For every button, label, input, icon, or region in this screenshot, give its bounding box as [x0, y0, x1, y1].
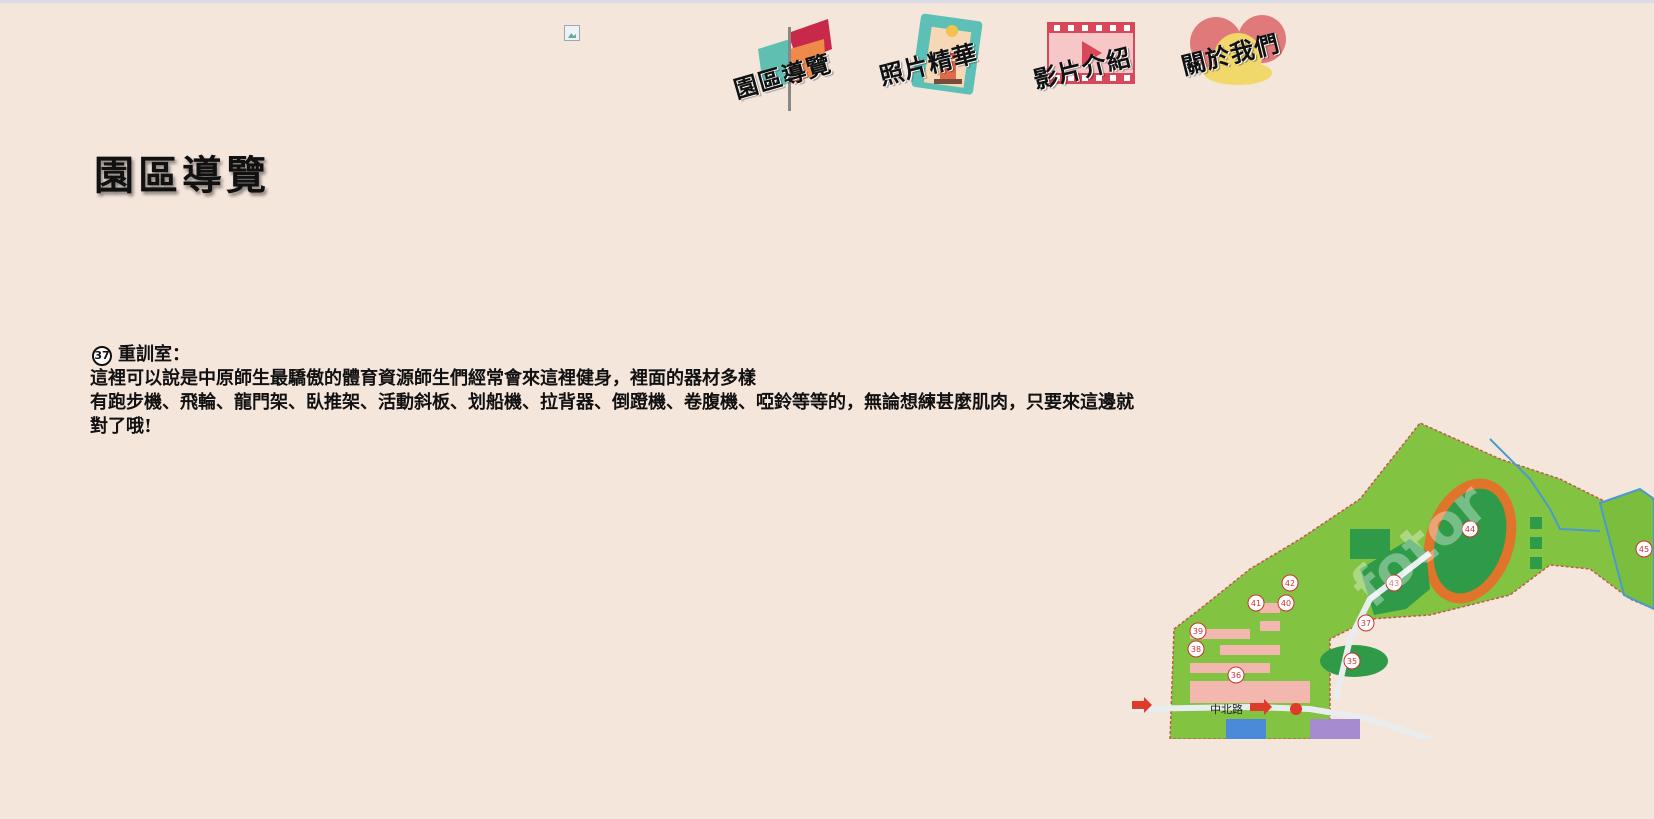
nav-campus-tour[interactable]: 園區導覽 — [728, 9, 858, 113]
facility-heading: 37 重訓室： — [90, 343, 1340, 367]
campus-map: 44 45 43 42 41 40 39 38 37 36 35 中北路 fot… — [1129, 419, 1654, 742]
campus-map-graphic: 44 45 43 42 41 40 39 38 37 36 35 中北路 fot… — [1129, 422, 1654, 742]
map-road-label: 中北路 — [1210, 703, 1243, 716]
map-marker-39: 39 — [1193, 627, 1203, 636]
nav-photo-highlights[interactable]: 照片精華 — [876, 9, 996, 113]
main-nav: 園區導覽 照片精華 影片介紹 關於我們 — [728, 9, 1308, 113]
broken-logo-image — [564, 25, 580, 41]
map-marker-40: 40 — [1281, 599, 1291, 608]
map-marker-36: 36 — [1231, 671, 1241, 680]
map-marker-45: 45 — [1639, 545, 1649, 554]
description-line-1: 這裡可以說是中原師生最驕傲的體育資源師生們經常會來這裡健身，裡面的器材多樣 — [90, 368, 756, 389]
map-marker-35: 35 — [1347, 657, 1357, 666]
description-line-2: 有跑步機、飛輪、龍門架、臥推架、活動斜板、划船機、拉背器、倒蹬機、卷腹機、啞鈴等… — [90, 392, 1134, 413]
map-marker-37: 37 — [1361, 619, 1371, 628]
map-marker-38: 38 — [1191, 645, 1201, 654]
facility-name: 重訓室： — [118, 344, 190, 365]
facility-number-badge: 37 — [92, 346, 112, 366]
page-title: 園區導覽 — [94, 152, 270, 199]
nav-video-intro[interactable]: 影片介紹 — [1028, 9, 1158, 113]
nav-about-us[interactable]: 關於我們 — [1176, 9, 1306, 113]
map-marker-41: 41 — [1251, 599, 1261, 608]
map-marker-42: 42 — [1285, 579, 1295, 588]
